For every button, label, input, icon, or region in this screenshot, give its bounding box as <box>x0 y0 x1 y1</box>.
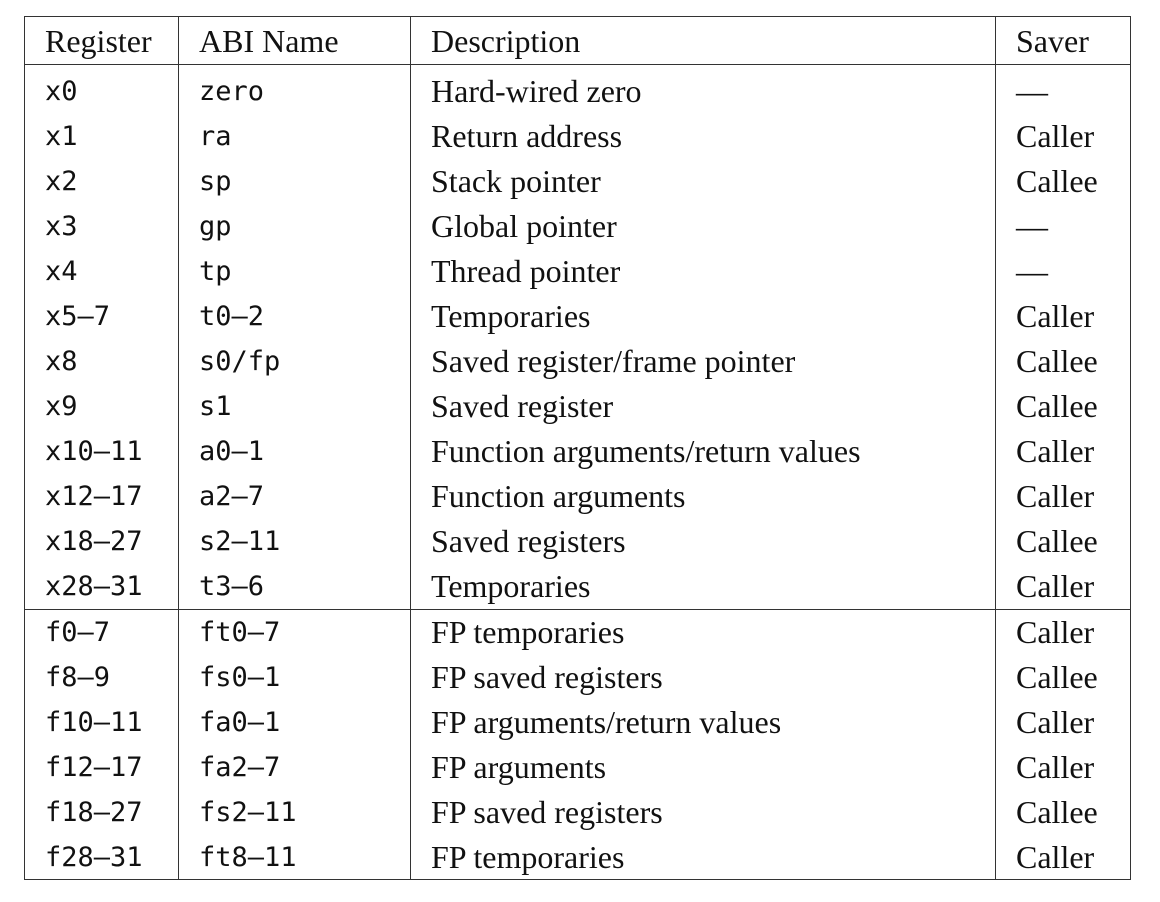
cell-register: x10–11 <box>24 429 179 474</box>
cell-abi-name: ra <box>178 114 411 159</box>
header-saver: Saver <box>995 16 1131 65</box>
table-row: x12–17 a2–7 Function arguments Caller <box>24 474 1131 519</box>
header-abi-name: ABI Name <box>178 16 411 65</box>
cell-description: FP temporaries <box>410 835 996 880</box>
cell-description: Hard-wired zero <box>410 64 996 114</box>
cell-abi-name: s2–11 <box>178 519 411 564</box>
cell-saver: Callee <box>995 790 1131 835</box>
cell-saver: Caller <box>995 474 1131 519</box>
cell-register: x8 <box>24 339 179 384</box>
table-row: f8–9 fs0–1 FP saved registers Callee <box>24 655 1131 700</box>
cell-saver: Caller <box>995 609 1131 655</box>
cell-register: x3 <box>24 204 179 249</box>
header-row: Register ABI Name Description Saver <box>24 16 1131 65</box>
table-row: f28–31 ft8–11 FP temporaries Caller <box>24 835 1131 880</box>
cell-description: Saved register <box>410 384 996 429</box>
cell-register: x9 <box>24 384 179 429</box>
cell-abi-name: ft8–11 <box>178 835 411 880</box>
cell-abi-name: a0–1 <box>178 429 411 474</box>
cell-abi-name: t3–6 <box>178 564 411 610</box>
cell-description: FP temporaries <box>410 609 996 655</box>
header-register: Register <box>24 16 179 65</box>
cell-saver: Caller <box>995 429 1131 474</box>
table-row: x28–31 t3–6 Temporaries Caller <box>24 564 1131 610</box>
table-row: x1 ra Return address Caller <box>24 114 1131 159</box>
cell-abi-name: gp <box>178 204 411 249</box>
table-body: x0 zero Hard-wired zero — x1 ra Return address… <box>24 64 1131 880</box>
table-row: x18–27 s2–11 Saved registers Callee <box>24 519 1131 564</box>
cell-description: Return address <box>410 114 996 159</box>
cell-register: x28–31 <box>24 564 179 610</box>
cell-abi-name: fa2–7 <box>178 745 411 790</box>
cell-description: Stack pointer <box>410 159 996 204</box>
header-description: Description <box>410 16 996 65</box>
table-row: x8 s0/fp Saved register/frame pointer Calle… <box>24 339 1131 384</box>
cell-abi-name: tp <box>178 249 411 294</box>
cell-register: f12–17 <box>24 745 179 790</box>
cell-description: Global pointer <box>410 204 996 249</box>
cell-register: x5–7 <box>24 294 179 339</box>
cell-abi-name: fs0–1 <box>178 655 411 700</box>
cell-abi-name: a2–7 <box>178 474 411 519</box>
cell-saver: — <box>995 249 1131 294</box>
cell-description: Temporaries <box>410 294 996 339</box>
cell-saver: Callee <box>995 339 1131 384</box>
cell-abi-name: s0/fp <box>178 339 411 384</box>
cell-saver: Callee <box>995 519 1131 564</box>
cell-description: Function arguments/return values <box>410 429 996 474</box>
cell-register: x0 <box>24 64 179 114</box>
cell-saver: Caller <box>995 564 1131 610</box>
cell-abi-name: fs2–11 <box>178 790 411 835</box>
cell-abi-name: t0–2 <box>178 294 411 339</box>
table-row: x9 s1 Saved register Callee <box>24 384 1131 429</box>
cell-abi-name: s1 <box>178 384 411 429</box>
table-row: x5–7 t0–2 Temporaries Caller <box>24 294 1131 339</box>
table-row: x3 gp Global pointer — <box>24 204 1131 249</box>
cell-saver: Caller <box>995 294 1131 339</box>
cell-description: Saved register/frame pointer <box>410 339 996 384</box>
cell-abi-name: sp <box>178 159 411 204</box>
table-row: x4 tp Thread pointer — <box>24 249 1131 294</box>
cell-description: FP saved registers <box>410 790 996 835</box>
cell-saver: Callee <box>995 655 1131 700</box>
cell-description: Thread pointer <box>410 249 996 294</box>
cell-register: x2 <box>24 159 179 204</box>
cell-saver: Caller <box>995 700 1131 745</box>
table-row: f18–27 fs2–11 FP saved registers Callee <box>24 790 1131 835</box>
cell-description: Temporaries <box>410 564 996 610</box>
cell-abi-name: ft0–7 <box>178 609 411 655</box>
cell-register: f0–7 <box>24 609 179 655</box>
cell-register: x18–27 <box>24 519 179 564</box>
table-row: f12–17 fa2–7 FP arguments Caller <box>24 745 1131 790</box>
cell-saver: Caller <box>995 114 1131 159</box>
cell-register: x1 <box>24 114 179 159</box>
cell-description: FP arguments/return values <box>410 700 996 745</box>
cell-saver: Callee <box>995 384 1131 429</box>
table-row: x10–11 a0–1 Function arguments/return valu… <box>24 429 1131 474</box>
table-row: f0–7 ft0–7 FP temporaries Caller <box>24 609 1131 655</box>
cell-abi-name: fa0–1 <box>178 700 411 745</box>
cell-register: x4 <box>24 249 179 294</box>
table-row: x2 sp Stack pointer Callee <box>24 159 1131 204</box>
cell-saver: — <box>995 64 1131 114</box>
cell-saver: Caller <box>995 835 1131 880</box>
cell-saver: Callee <box>995 159 1131 204</box>
cell-description: Saved registers <box>410 519 996 564</box>
cell-register: f28–31 <box>24 835 179 880</box>
cell-register: f10–11 <box>24 700 179 745</box>
register-table: Register ABI Name Description Saver x0 ze… <box>24 16 1131 880</box>
cell-saver: — <box>995 204 1131 249</box>
cell-description: Function arguments <box>410 474 996 519</box>
cell-description: FP saved registers <box>410 655 996 700</box>
cell-register: f8–9 <box>24 655 179 700</box>
cell-abi-name: zero <box>178 64 411 114</box>
cell-register: x12–17 <box>24 474 179 519</box>
cell-saver: Caller <box>995 745 1131 790</box>
cell-description: FP arguments <box>410 745 996 790</box>
table-row: f10–11 fa0–1 FP arguments/return values Cal… <box>24 700 1131 745</box>
cell-register: f18–27 <box>24 790 179 835</box>
table-row: x0 zero Hard-wired zero — <box>24 64 1131 114</box>
